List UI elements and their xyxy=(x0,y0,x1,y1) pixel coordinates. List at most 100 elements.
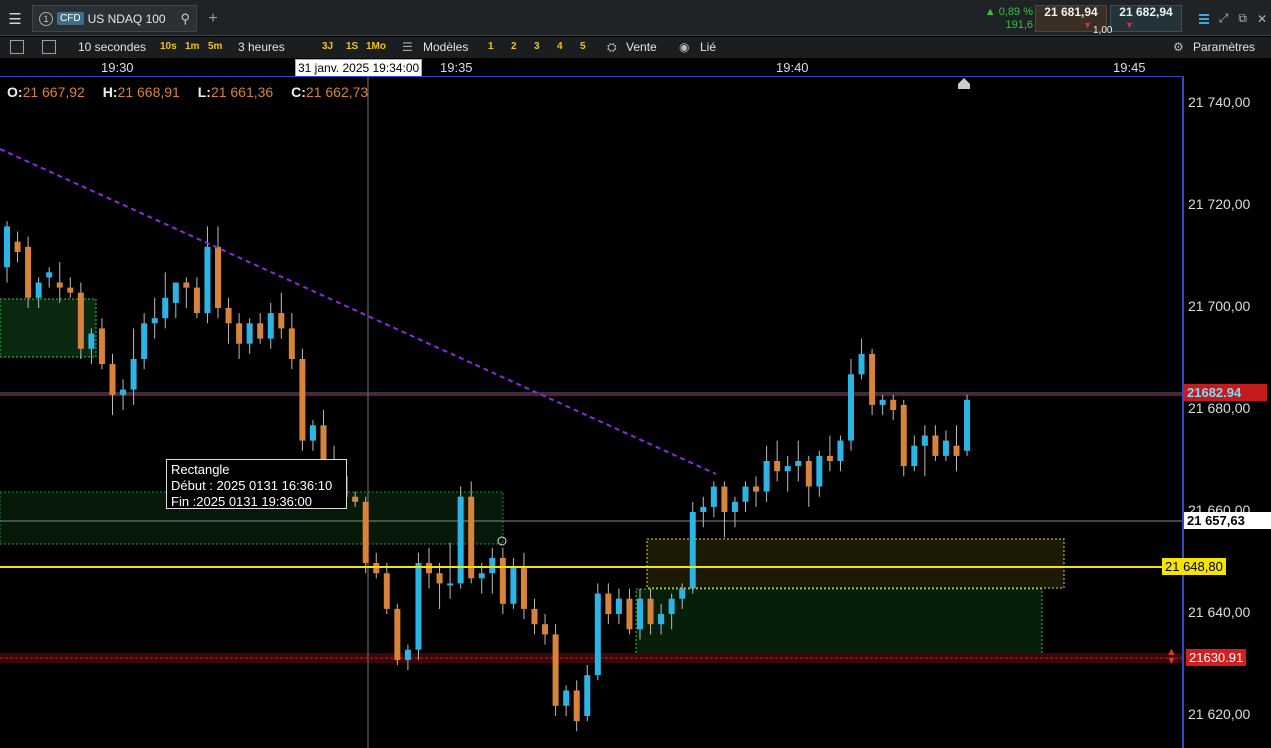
bearish-candle xyxy=(552,634,559,706)
bullish-candle xyxy=(563,690,570,706)
trend-line xyxy=(0,148,717,475)
expand-icon[interactable]: ⤢ xyxy=(1219,11,1229,26)
bearish-candle xyxy=(774,461,781,472)
instrument-index: 1 xyxy=(39,11,53,26)
eye-icon[interactable]: ◉ xyxy=(679,40,689,54)
bearish-candle xyxy=(869,353,876,405)
model-slot-3[interactable]: 3 xyxy=(534,41,540,52)
down-triangle-icon: ▼ xyxy=(1125,19,1134,30)
bearish-candle xyxy=(236,323,243,344)
alert-price-tag: 21630.91 xyxy=(1186,649,1247,666)
bearish-candle xyxy=(647,598,654,625)
time-axis: 19:30 19:35 19:40 19:45 xyxy=(0,58,1183,76)
bullish-candle xyxy=(964,399,971,451)
model-slot-1[interactable]: 1 xyxy=(488,41,494,52)
bid-price: 21 681,94 xyxy=(1044,4,1098,19)
bearish-candle xyxy=(288,328,295,359)
bullish-candle xyxy=(130,359,137,390)
bullish-candle xyxy=(637,598,643,630)
spread-value: 1,00 xyxy=(1093,25,1113,36)
bullish-candle xyxy=(478,573,485,579)
interval-option-1m[interactable]: 1m xyxy=(185,41,199,52)
bearish-candle xyxy=(215,246,221,308)
bearish-candle xyxy=(953,445,960,456)
price-tick-label: 21 740,00 xyxy=(1188,94,1251,110)
trade-icon[interactable]: ⛭ xyxy=(607,40,617,55)
bearish-candle xyxy=(499,557,506,604)
linked-button[interactable]: Lié xyxy=(700,40,716,54)
popout-icon[interactable]: ⧉ xyxy=(1238,11,1247,26)
bullish-candle xyxy=(710,486,717,507)
bullish-candle xyxy=(858,353,865,375)
bearish-candle xyxy=(805,461,812,487)
low-label: L: xyxy=(197,84,211,100)
instrument-tab[interactable]: 1 CFD US NDAQ 100 ⚲ xyxy=(32,5,197,32)
model-slot-5[interactable]: 5 xyxy=(580,41,586,52)
bullish-candle xyxy=(795,461,802,467)
bearish-candle xyxy=(626,598,633,630)
range-option-1s[interactable]: 1S xyxy=(346,41,358,52)
bullish-candle xyxy=(162,297,169,319)
bullish-candle xyxy=(172,282,179,303)
range-select[interactable]: 3 heures xyxy=(238,40,285,54)
bullish-candle xyxy=(457,496,464,584)
price-tick-label: 21 680,00 xyxy=(1188,400,1251,416)
bearish-candle xyxy=(67,287,74,293)
bullish-candle xyxy=(679,588,686,599)
bearish-candle xyxy=(753,486,760,492)
bearish-candle xyxy=(183,282,190,288)
bullish-candle xyxy=(4,226,10,268)
bearish-candle xyxy=(531,608,538,625)
time-tick-label: 19:35 xyxy=(440,60,473,75)
ask-price: 21 682,94 xyxy=(1119,4,1173,19)
bullish-candle xyxy=(584,675,591,716)
add-tab-icon[interactable]: + xyxy=(205,5,221,32)
range-option-1mo[interactable]: 1Mo xyxy=(366,41,386,52)
menu-icon[interactable]: ☰ xyxy=(4,5,26,32)
bullish-candle xyxy=(510,568,517,604)
price-chart[interactable] xyxy=(0,77,1183,748)
price-axis[interactable]: 21 740,00 21 720,00 21 700,00 21 680,00 … xyxy=(1162,77,1271,748)
high-value: 21 668,91 xyxy=(117,84,180,100)
models-button[interactable]: Modèles xyxy=(423,40,468,54)
bullish-candle xyxy=(763,461,770,492)
bearish-candle xyxy=(193,287,200,314)
bearish-candle xyxy=(573,690,580,722)
alert-drag-icon[interactable]: ▲ ▼ xyxy=(1166,647,1177,667)
sell-button[interactable]: Vente xyxy=(626,40,657,54)
layout-grid-icon[interactable] xyxy=(42,40,56,54)
interval-select[interactable]: 10 secondes xyxy=(78,40,146,54)
quote-list-icon[interactable] xyxy=(1198,13,1209,25)
close-icon[interactable]: ✕ xyxy=(1257,12,1267,26)
bearish-candle xyxy=(299,359,306,441)
bullish-candle xyxy=(942,440,949,456)
bullish-candle xyxy=(658,614,665,625)
gear-icon[interactable]: ⚙ xyxy=(1173,40,1184,54)
price-tick-label: 21 640,00 xyxy=(1188,604,1251,620)
interval-option-5m[interactable]: 5m xyxy=(208,41,222,52)
high-label: H: xyxy=(102,84,118,100)
sliders-icon[interactable]: ☰ xyxy=(402,40,413,54)
bullish-candle xyxy=(46,272,53,278)
bullish-candle xyxy=(204,246,211,314)
crosshair-time-label: 31 janv. 2025 19:34:00 xyxy=(295,59,423,77)
tooltip-start: Début : 2025 0131 16:36:10 xyxy=(171,478,333,493)
change-points: 191,6 xyxy=(1005,18,1033,31)
model-slot-2[interactable]: 2 xyxy=(511,41,517,52)
bullish-candle xyxy=(88,333,95,349)
model-slot-4[interactable]: 4 xyxy=(557,41,563,52)
buy-price-button[interactable]: 21 682,94 ▼ xyxy=(1110,5,1182,32)
window-controls: ⤢ ⧉ ✕ xyxy=(1187,5,1267,32)
bearish-candle xyxy=(605,593,612,614)
interval-option-10s[interactable]: 10s xyxy=(160,41,177,52)
range-option-3j[interactable]: 3J xyxy=(322,41,333,52)
bullish-candle xyxy=(742,486,749,502)
bearish-candle xyxy=(278,313,285,329)
settings-button[interactable]: Paramètres xyxy=(1193,40,1255,54)
bullish-candle xyxy=(911,445,918,467)
bearish-candle xyxy=(900,404,907,467)
list-icon[interactable] xyxy=(10,40,24,54)
bullish-candle xyxy=(816,455,823,487)
search-icon[interactable]: ⚲ xyxy=(180,11,190,27)
green-zone-lower xyxy=(635,588,1043,658)
